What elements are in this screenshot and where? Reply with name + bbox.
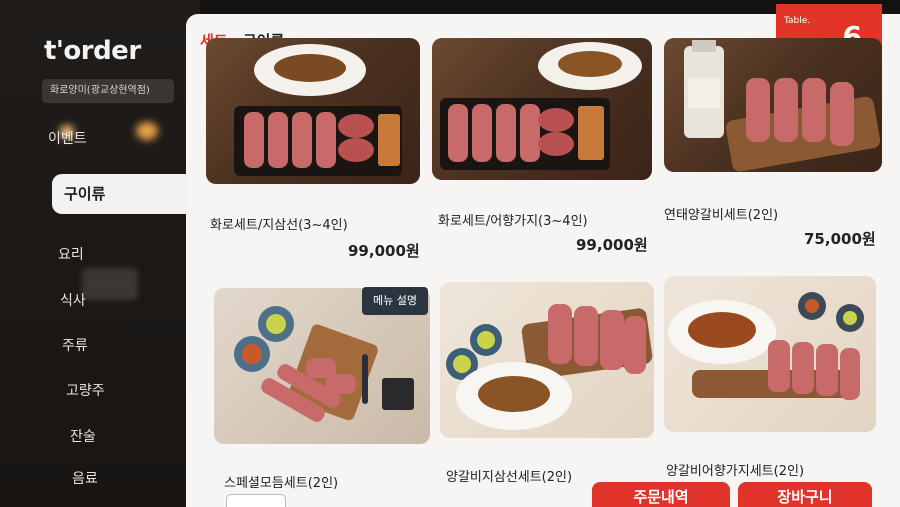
order-history-button[interactable]: 주문내역: [592, 482, 730, 507]
menu-item-name[interactable]: 연태양갈비세트(2인): [664, 204, 778, 223]
store-name: 화로양미(광교상현역점): [42, 79, 174, 103]
blurred-region: [82, 268, 138, 300]
sidebar: t'order 화로양미(광교상현역점) 이벤트 구이류 요리 식사 주류 고량…: [0, 0, 200, 507]
menu-item-name[interactable]: 화로세트/지삼선(3~4인): [210, 214, 348, 233]
menu-item-image[interactable]: [664, 38, 882, 172]
app-logo: t'order: [44, 36, 141, 66]
background-light: [136, 122, 158, 140]
sidebar-item-glass[interactable]: 잔술: [70, 426, 96, 446]
menu-item-name[interactable]: 스페셜모듬세트(2인): [224, 472, 338, 491]
food-photo: [668, 292, 864, 400]
food-photo: [234, 44, 402, 176]
sidebar-item-drinks[interactable]: 주류: [62, 335, 88, 355]
food-photo: [440, 42, 642, 170]
menu-item-image[interactable]: [206, 38, 420, 184]
sidebar-item-grill[interactable]: 구이류: [52, 174, 200, 214]
quantity-box[interactable]: [226, 494, 286, 507]
menu-item-price: 75,000원: [804, 230, 876, 248]
menu-item-image[interactable]: [664, 276, 876, 432]
menu-item-name[interactable]: 화로세트/어향가지(3~4인): [438, 210, 588, 229]
cart-button[interactable]: 장바구니: [738, 482, 872, 507]
menu-item-name[interactable]: 양갈비어향가지세트(2인): [666, 460, 804, 479]
sidebar-item-event[interactable]: 이벤트: [48, 128, 87, 148]
sidebar-item-meals[interactable]: 식사: [60, 290, 86, 310]
food-photo: [446, 304, 653, 430]
menu-item-price: 99,000원: [576, 236, 648, 254]
menu-description-button[interactable]: 메뉴 설명: [362, 287, 428, 315]
menu-item-price: 99,000원: [348, 242, 420, 260]
sidebar-item-baijiu[interactable]: 고량주: [66, 380, 105, 400]
food-photo: [684, 40, 881, 172]
menu-item-name[interactable]: 양갈비지삼선세트(2인): [446, 466, 572, 485]
sidebar-item-beverage[interactable]: 음료: [72, 468, 98, 488]
menu-item-image[interactable]: [432, 38, 652, 180]
table-label: Table.: [784, 16, 811, 26]
sidebar-item-dishes[interactable]: 요리: [58, 244, 84, 264]
menu-item-image[interactable]: [440, 282, 654, 438]
